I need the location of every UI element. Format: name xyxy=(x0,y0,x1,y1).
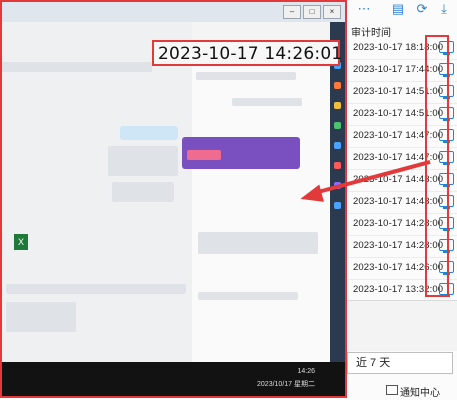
banner-button xyxy=(187,150,221,160)
taskbar-date: 2023/10/17 星期二 xyxy=(257,381,315,388)
close-icon[interactable]: × xyxy=(323,5,341,19)
timestamp-highlight: 2023-10-17 14:26:01 xyxy=(152,40,343,66)
side-toolbar xyxy=(330,22,345,362)
minimize-icon[interactable]: – xyxy=(283,5,301,19)
screenshot-preview-window: – □ × X 14:26 2023/10/17 星期二 2023-10-17 … xyxy=(0,0,347,398)
taskbar-time: 14:26 xyxy=(297,368,315,375)
notification-icon[interactable] xyxy=(386,385,398,395)
more-icon[interactable]: ⋯ xyxy=(357,2,371,16)
monitor-column-highlight xyxy=(425,35,449,297)
chat-side-panel xyxy=(192,62,330,362)
chat-area xyxy=(2,22,192,362)
refresh-icon[interactable]: ⟳ xyxy=(415,2,429,16)
maximize-icon[interactable]: □ xyxy=(303,5,321,19)
lower-panel xyxy=(347,300,457,351)
date-range-select[interactable]: 近 7 天 xyxy=(347,352,453,374)
download-icon[interactable]: ⤓ xyxy=(437,2,451,16)
excel-icon: X xyxy=(14,234,28,250)
screenshot-timestamp: 2023-10-17 14:26:01 xyxy=(158,44,343,64)
notification-center-link[interactable]: 通知中心 xyxy=(400,384,440,399)
book-icon[interactable]: ▤ xyxy=(391,2,405,16)
windows-taskbar: 14:26 2023/10/17 星期二 xyxy=(2,362,345,396)
window-titlebar: – □ × xyxy=(2,2,345,22)
